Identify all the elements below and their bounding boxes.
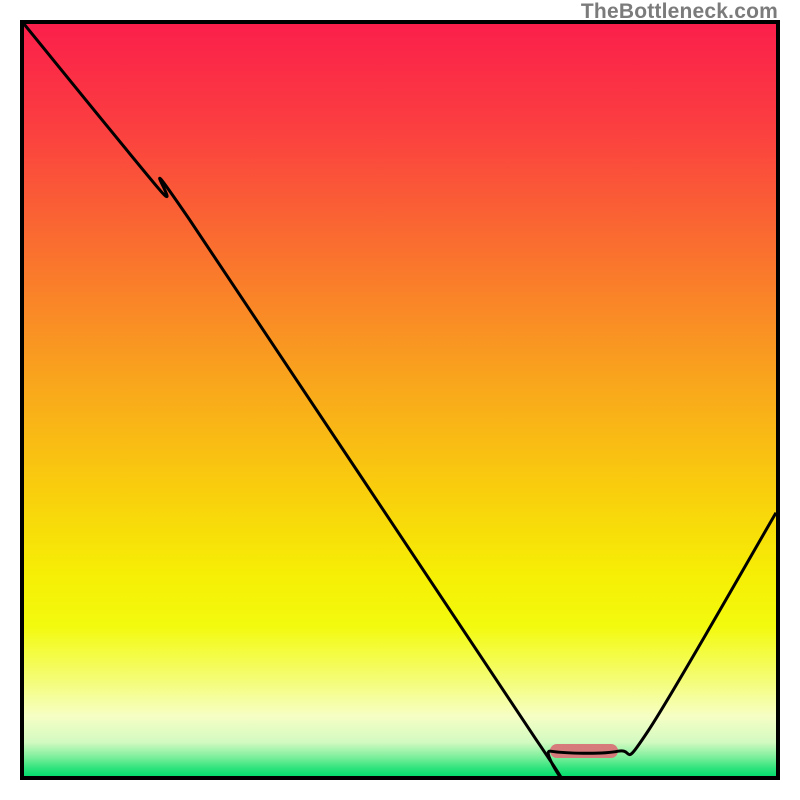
plot-area: [20, 20, 780, 780]
chart-canvas: TheBottleneck.com: [0, 0, 800, 800]
bottleneck-curve: [24, 24, 776, 776]
curve-path: [24, 24, 776, 776]
